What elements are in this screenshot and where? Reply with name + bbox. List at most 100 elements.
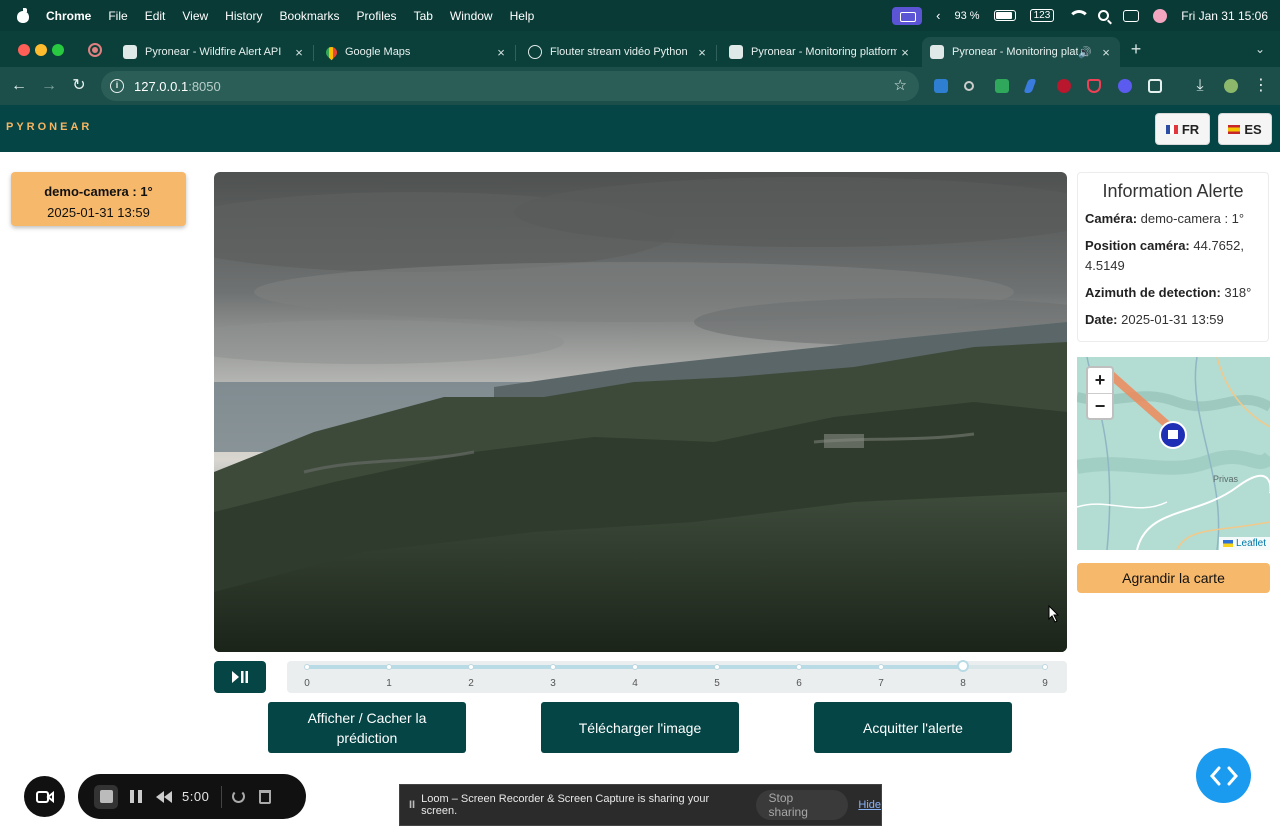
play-pause-icon [232, 671, 248, 683]
url-text[interactable]: 127.0.0.1:8050 [134, 79, 221, 94]
wifi-icon[interactable] [1068, 9, 1091, 22]
frame-slider[interactable]: 0 1 2 3 4 5 6 7 8 9 [287, 660, 1067, 693]
chrome-menu-icon[interactable]: ⋮ [1252, 77, 1270, 95]
acknowledge-alert-button[interactable]: Acquitter l'alerte [814, 702, 1012, 753]
extension-r-icon[interactable] [934, 79, 948, 93]
new-tab-button[interactable]: + [1126, 40, 1146, 60]
app-header: PYRONEAR FR ES [0, 105, 1280, 152]
leaflet-link[interactable]: Leaflet [1236, 538, 1266, 549]
tab-close-icon[interactable]: × [1098, 45, 1114, 60]
site-info-icon[interactable]: i [110, 79, 124, 93]
play-pause-button[interactable] [214, 661, 266, 693]
rewind-icon[interactable] [156, 790, 172, 803]
extension-glasses-icon[interactable] [964, 81, 974, 91]
menu-tab[interactable]: Tab [414, 9, 433, 23]
screen-share-icon[interactable] [892, 6, 923, 25]
tab-monitoring-platform-active[interactable]: Pyronear - Monitoring platform 🔊 × [922, 37, 1120, 67]
info-position: Position caméra: 44.7652, 4.5149 [1085, 238, 1244, 273]
alert-list-item[interactable]: demo-camera : 1° 2025-01-31 13:59 [11, 172, 186, 226]
extension-sheets-icon[interactable] [995, 79, 1009, 93]
input-source-indicator[interactable]: 123 [1029, 9, 1055, 22]
pause-recording-button[interactable] [130, 790, 142, 803]
tab-search-chevron-down-icon[interactable]: ⌄ [1255, 42, 1265, 56]
slider-tick [796, 664, 802, 670]
menu-bookmarks[interactable]: Bookmarks [280, 9, 340, 23]
slider-handle[interactable] [957, 660, 969, 672]
window-zoom-button[interactable] [52, 44, 64, 56]
hide-share-bar-link[interactable]: Hide [858, 799, 881, 811]
lang-fr-button[interactable]: FR [1155, 113, 1210, 145]
menu-view[interactable]: View [182, 9, 208, 23]
tab-title: Pyronear - Monitoring platform [952, 46, 1079, 58]
window-close-button[interactable] [18, 44, 30, 56]
extension-feather-icon[interactable] [1023, 79, 1037, 93]
slider-tick-label: 4 [632, 678, 638, 689]
extension-pocket-icon[interactable] [1087, 79, 1101, 93]
slider-tick-label: 6 [796, 678, 802, 689]
window-minimize-button[interactable] [35, 44, 47, 56]
menu-history[interactable]: History [225, 9, 262, 23]
tab-close-icon[interactable]: × [493, 45, 509, 60]
slider-tick-label: 1 [386, 678, 392, 689]
pyronear-logo[interactable]: PYRONEAR [6, 121, 92, 133]
tab-close-icon[interactable]: × [694, 45, 710, 60]
menu-profiles[interactable]: Profiles [357, 9, 397, 23]
recorder-controls: 5:00 [78, 774, 306, 819]
alert-camera-name: demo-camera : 1° [44, 184, 153, 199]
address-bar[interactable]: i 127.0.0.1:8050 ☆ [101, 71, 919, 101]
tab-recording-indicator-icon[interactable] [88, 43, 102, 57]
chevron-left-icon[interactable]: ‹ [936, 8, 940, 23]
trash-icon[interactable] [259, 789, 272, 804]
profile-avatar[interactable] [1224, 79, 1238, 93]
menu-app-name[interactable]: Chrome [46, 9, 91, 23]
extensions-puzzle-icon[interactable] [1148, 79, 1162, 93]
tab-flouter-stream[interactable]: Flouter stream vidéo Python × [520, 37, 717, 67]
slider-tick-label: 2 [468, 678, 474, 689]
tab-favicon-icon [729, 45, 743, 59]
tab-close-icon[interactable]: × [897, 45, 913, 60]
spotlight-search-icon[interactable] [1098, 10, 1110, 21]
back-arrow-icon[interactable]: ← [10, 77, 28, 95]
enlarge-map-button[interactable]: Agrandir la carte [1077, 563, 1270, 593]
control-center-icon[interactable] [1123, 9, 1140, 22]
stop-sharing-button[interactable]: Stop sharing [755, 790, 849, 820]
chatgpt-favicon-icon [528, 45, 542, 59]
alert-map[interactable]: + − Privas Leaflet [1077, 357, 1270, 550]
tab-google-maps[interactable]: Google Maps × [318, 37, 516, 67]
tab-close-icon[interactable]: × [291, 45, 307, 60]
dash-devtools-button[interactable] [1196, 748, 1251, 803]
tab-monitoring-platform[interactable]: Pyronear - Monitoring platform × [721, 37, 919, 67]
siri-icon[interactable] [1153, 8, 1168, 23]
extension-ublock-icon[interactable] [1057, 79, 1071, 93]
screen-share-notification: II Loom – Screen Recorder & Screen Captu… [399, 784, 882, 826]
tab-audio-icon[interactable]: 🔊 [1078, 46, 1092, 59]
menu-window[interactable]: Window [450, 9, 493, 23]
restart-icon[interactable] [232, 790, 246, 803]
france-flag-icon [1165, 124, 1178, 134]
menu-file[interactable]: File [108, 9, 127, 23]
menubar-clock[interactable]: Fri Jan 31 15:06 [1181, 9, 1268, 23]
map-zoom-out-button[interactable]: − [1088, 393, 1112, 418]
tab-wildfire-alert-api[interactable]: Pyronear - Wildfire Alert API × [115, 37, 314, 67]
camera-image [214, 172, 1067, 652]
toggle-prediction-button[interactable]: Afficher / Cacher la prédiction [268, 702, 466, 753]
tab-favicon-icon [930, 45, 944, 59]
recording-timer: 5:00 [182, 789, 210, 804]
map-zoom-in-button[interactable]: + [1088, 368, 1112, 393]
slider-track[interactable] [307, 665, 1045, 669]
battery-icon[interactable] [993, 10, 1016, 21]
reload-icon[interactable]: ↻ [70, 77, 88, 95]
menu-edit[interactable]: Edit [145, 9, 166, 23]
map-attribution[interactable]: Leaflet [1218, 537, 1270, 550]
extension-gear-icon[interactable] [1118, 79, 1132, 93]
download-icon[interactable]: ⤓ [1191, 77, 1209, 95]
apple-icon[interactable] [17, 7, 29, 23]
bookmark-star-icon[interactable]: ☆ [894, 76, 907, 94]
lang-es-button[interactable]: ES [1218, 113, 1272, 145]
forward-arrow-icon[interactable]: → [40, 77, 58, 95]
slider-tick [304, 664, 310, 670]
stop-recording-button[interactable] [94, 784, 118, 809]
recorder-camera-button[interactable] [24, 776, 65, 817]
menu-help[interactable]: Help [510, 9, 535, 23]
download-image-button[interactable]: Télécharger l'image [541, 702, 739, 753]
